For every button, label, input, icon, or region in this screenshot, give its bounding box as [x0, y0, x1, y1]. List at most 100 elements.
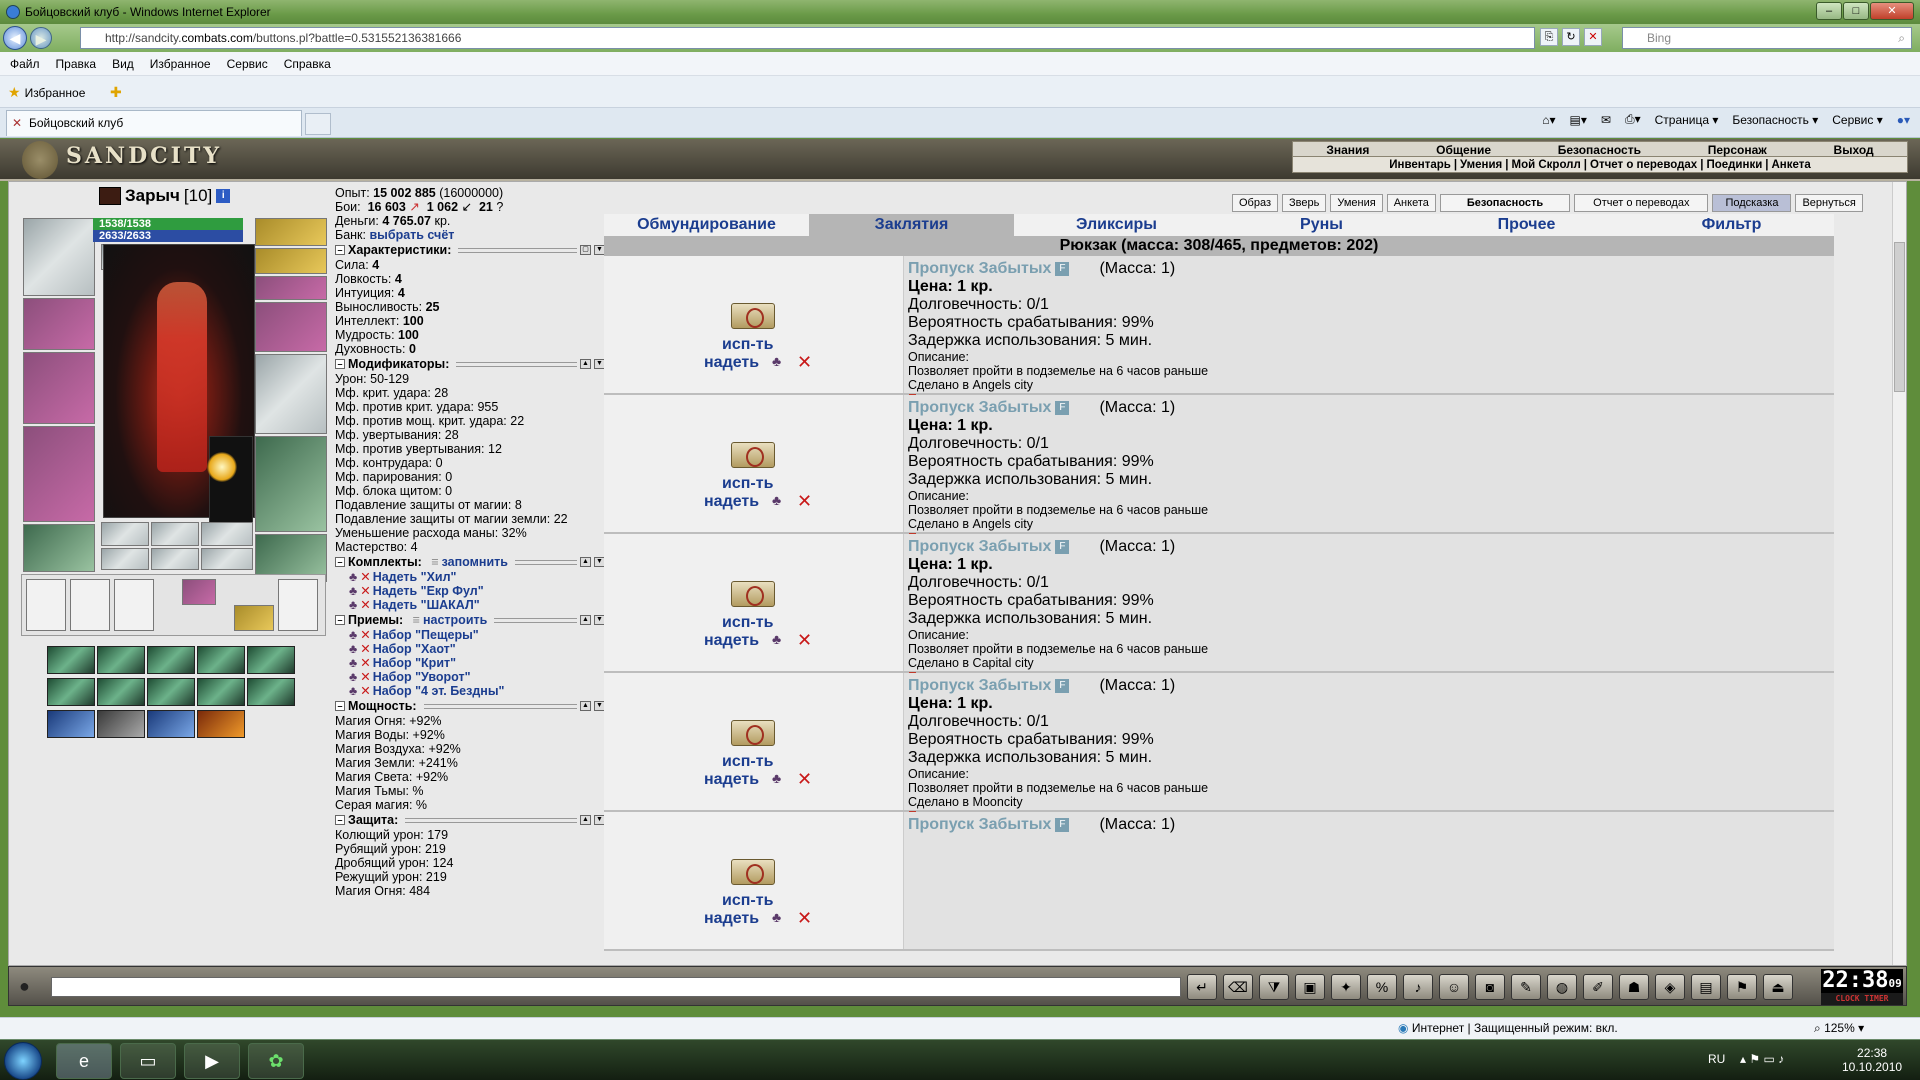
maximize-button[interactable]: □ [1843, 2, 1869, 20]
use-link[interactable]: исп-ть [722, 892, 773, 910]
scroll-icon[interactable]: ✐ [1583, 974, 1613, 1000]
delete-item-icon[interactable]: ✕ [797, 352, 812, 373]
tab-spells[interactable]: Заклятия [809, 214, 1014, 236]
smile-icon[interactable]: ☺ [1439, 974, 1469, 1000]
wear-link[interactable]: надеть [704, 493, 759, 511]
skill-icon-1[interactable] [47, 646, 95, 674]
use-link[interactable]: исп-ть [722, 753, 773, 771]
use-link[interactable]: исп-ть [722, 475, 773, 493]
search-input[interactable]: Bing ⌕ [1622, 27, 1912, 49]
belt-slot-4[interactable] [278, 579, 318, 631]
trick-set-link[interactable]: Набор "4 эт. Бездны" [373, 684, 505, 698]
skill-icon-3[interactable] [147, 646, 195, 674]
collapse-icon[interactable]: – [335, 557, 345, 567]
pin-icon[interactable]: ♣ [772, 353, 781, 369]
set-link[interactable]: Надеть "Екр Фул" [373, 584, 484, 598]
configure-tricks-link[interactable]: настроить [423, 613, 487, 627]
scroll-item-icon[interactable] [731, 442, 775, 468]
item-name[interactable]: Пропуск Забытых [908, 538, 1051, 555]
item-name[interactable]: Пропуск Забытых [908, 399, 1051, 416]
new-tab-button[interactable] [305, 113, 331, 135]
slot-armor[interactable] [23, 426, 95, 522]
fighter-icon[interactable]: ✦ [1331, 974, 1361, 1000]
security-zone[interactable]: ◉ Интернет | Защищенный режим: вкл. [1398, 1018, 1618, 1038]
slot-weapon-right[interactable] [255, 354, 327, 434]
mail-icon[interactable]: ✉ [1601, 113, 1611, 127]
item-name[interactable]: Пропуск Забытых [908, 260, 1051, 277]
scroll-item-icon[interactable] [731, 303, 775, 329]
collapse-icon[interactable]: – [335, 815, 345, 825]
cmd-page[interactable]: Страница ▾ [1655, 113, 1719, 127]
pin-icon[interactable]: ♣ [772, 909, 781, 925]
nav-fights[interactable]: Поединки [1706, 159, 1762, 171]
collapse-icon[interactable]: – [335, 615, 345, 625]
skill-icon-14[interactable] [197, 710, 245, 738]
menu-tools[interactable]: Сервис [227, 57, 268, 71]
wear-link[interactable]: надеть [704, 354, 759, 372]
pin-icon[interactable]: ♣ [772, 631, 781, 647]
slot-ring-1[interactable] [255, 218, 327, 246]
group-icon[interactable]: ☗ [1619, 974, 1649, 1000]
forum-icon[interactable]: F [1055, 678, 1070, 693]
skill-icon-10[interactable] [247, 678, 295, 706]
skill-icon-13[interactable] [147, 710, 195, 738]
compat-view-icon[interactable]: ⎘ [1540, 28, 1558, 46]
menu-file[interactable]: Файл [10, 57, 40, 71]
forum-icon[interactable]: F [1055, 400, 1070, 415]
delete-item-icon[interactable]: ✕ [797, 491, 812, 512]
back-button[interactable]: ◀ [3, 26, 27, 50]
skill-icon-7[interactable] [97, 678, 145, 706]
delete-icon[interactable]: ✕ [360, 584, 370, 598]
ctrl-up-icon[interactable]: ▢ [580, 245, 591, 255]
search-icon[interactable]: ⌕ [1898, 28, 1905, 48]
delete-icon[interactable]: ✕ [360, 670, 370, 684]
slot-misc-6[interactable] [201, 548, 253, 570]
delete-icon[interactable]: ✕ [360, 598, 370, 612]
menu-view[interactable]: Вид [112, 57, 134, 71]
delete-icon[interactable]: ✕ [360, 570, 370, 584]
menu-favorites[interactable]: Избранное [150, 57, 211, 71]
percent-icon[interactable]: % [1367, 974, 1397, 1000]
stop-icon[interactable]: ✕ [1584, 28, 1602, 46]
ctrl-up-icon[interactable]: ▲ [580, 359, 591, 369]
taskbar-explorer-icon[interactable]: ▭ [120, 1043, 176, 1079]
exit-icon[interactable]: ⏏ [1763, 974, 1793, 1000]
ctrl-up-icon[interactable]: ▲ [580, 615, 591, 625]
scroll-item-icon[interactable] [731, 720, 775, 746]
ctrl-up-icon[interactable]: ▲ [580, 815, 591, 825]
slot-misc-2[interactable] [151, 522, 199, 546]
trick-set-link[interactable]: Набор "Крит" [373, 656, 456, 670]
pin-icon[interactable]: ♣ [349, 584, 357, 598]
delete-item-icon[interactable]: ✕ [797, 630, 812, 651]
trick-set-link[interactable]: Набор "Пещеры" [373, 628, 479, 642]
belt-slot-1[interactable] [26, 579, 66, 631]
flag-icon[interactable]: ⚑ [1727, 974, 1757, 1000]
nav-chat[interactable]: Общение [1436, 142, 1491, 157]
slot-misc-1[interactable] [101, 522, 149, 546]
clan-icon[interactable] [99, 187, 121, 205]
tab-filter[interactable]: Фильтр [1629, 214, 1834, 236]
slot-helmet[interactable] [23, 218, 95, 296]
set-link[interactable]: Надеть "ШАКАЛ" [373, 598, 480, 612]
btn-safety[interactable]: Безопасность [1439, 194, 1571, 212]
delete-icon[interactable]: ✕ [360, 642, 370, 656]
collapse-icon[interactable]: – [335, 701, 345, 711]
pin-icon[interactable]: ♣ [349, 628, 357, 642]
skill-icon-4[interactable] [197, 646, 245, 674]
favorites-button[interactable]: ★ Избранное [8, 84, 85, 101]
btn-hint[interactable]: Подсказка [1712, 194, 1792, 212]
nav-exit[interactable]: Выход [1834, 142, 1874, 157]
refresh-icon[interactable]: ↻ [1562, 28, 1580, 46]
forum-icon[interactable]: F [1055, 261, 1070, 276]
pin-icon[interactable]: ♣ [772, 770, 781, 786]
use-link[interactable]: исп-ть [722, 336, 773, 354]
slot-misc-5[interactable] [151, 548, 199, 570]
set-link[interactable]: Надеть "Хил" [373, 570, 457, 584]
slot-ring-2[interactable] [255, 248, 327, 274]
tab-runes[interactable]: Руны [1219, 214, 1424, 236]
slot-weapon-left[interactable] [23, 352, 95, 424]
language-indicator[interactable]: RU [1708, 1052, 1725, 1066]
nav-safety[interactable]: Безопасность [1558, 142, 1641, 157]
minimize-button[interactable]: – [1816, 2, 1842, 20]
slot-bracer[interactable] [23, 298, 95, 350]
